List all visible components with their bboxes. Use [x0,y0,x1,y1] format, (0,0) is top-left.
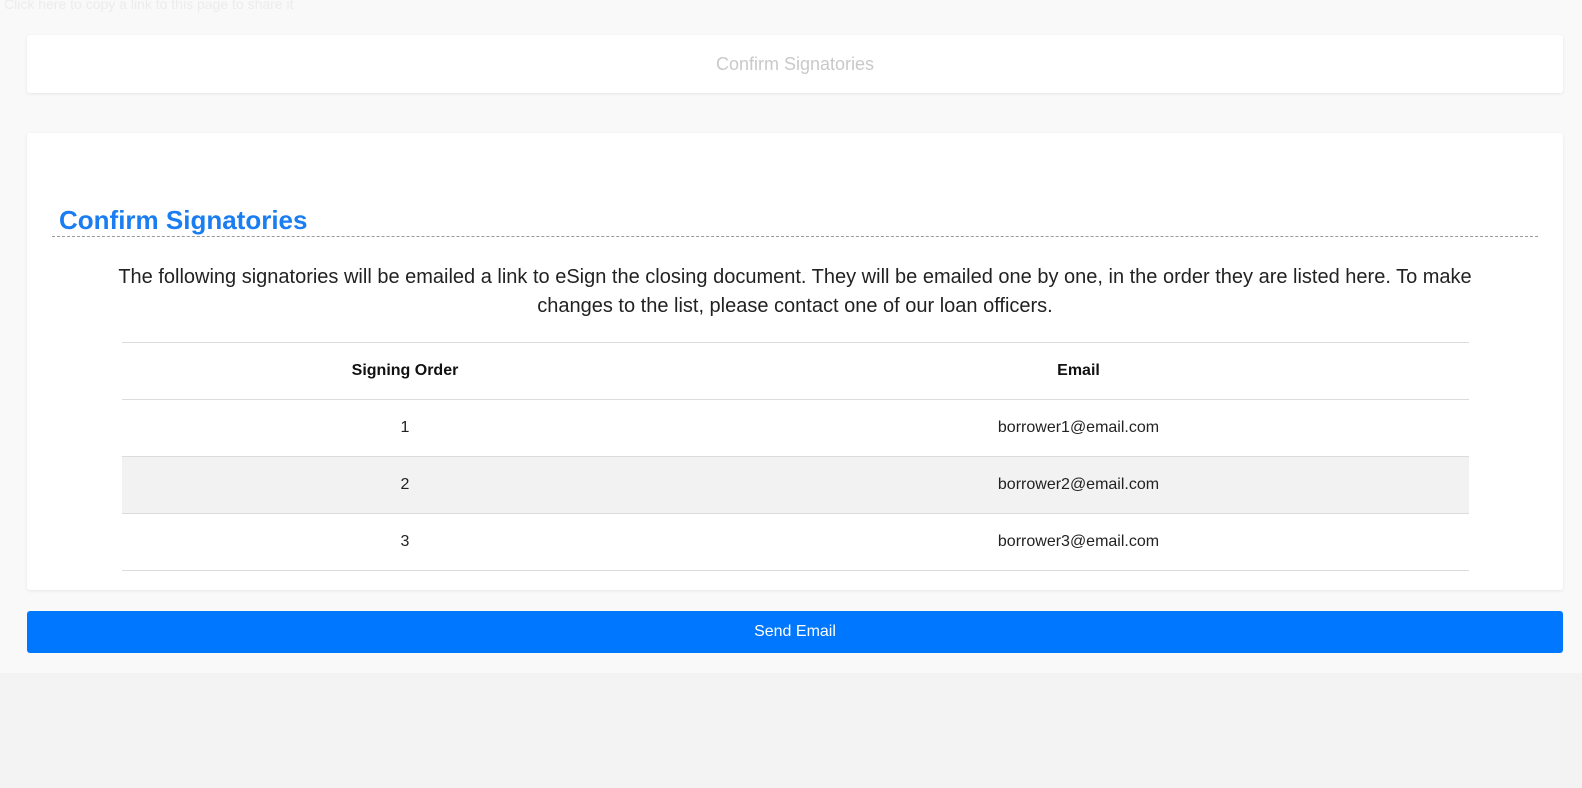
signatories-table: Signing Order Email 1 borrower1@email.co… [122,342,1469,571]
table-row: 2 borrower2@email.com [122,456,1469,514]
page-background [0,673,1582,788]
email-cell: borrower1@email.com [688,399,1469,457]
email-cell: borrower2@email.com [688,456,1469,514]
step-header-title: Confirm Signatories [715,53,875,74]
signing-order-cell: 1 [122,399,688,457]
table-header-row: Signing Order Email [122,342,1469,400]
signatories-card: Confirm Signatories The following signat… [27,133,1563,590]
page-title: Confirm Signatories [59,205,308,235]
signing-order-cell: 2 [122,456,688,514]
intro-text: The following signatories will be emaile… [118,266,1472,317]
send-email-button[interactable]: Send Email [27,611,1563,653]
top-faded-text: Click here to copy a link to this page t… [4,0,294,12]
title-divider [52,236,1538,237]
table-row: 1 borrower1@email.com [122,399,1469,457]
table-row: 3 borrower3@email.com [122,513,1469,571]
column-header-email: Email [688,342,1469,400]
email-cell: borrower3@email.com [688,513,1469,571]
step-header: Confirm Signatories [27,35,1563,93]
signing-order-cell: 3 [122,513,688,571]
column-header-signing-order: Signing Order [122,342,688,400]
app-container: Click here to copy a link to this page t… [0,0,1582,673]
